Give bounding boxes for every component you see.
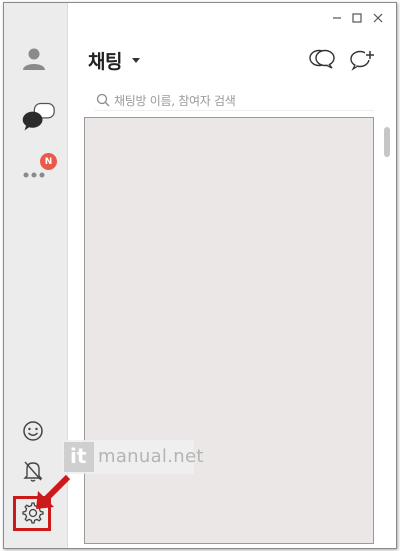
- new-badge: N: [40, 153, 57, 170]
- chat-list[interactable]: [84, 117, 374, 544]
- title-dropdown-icon[interactable]: [132, 58, 140, 63]
- close-icon: [373, 13, 383, 23]
- minimize-button[interactable]: [330, 11, 344, 25]
- chat-plus-icon: [350, 50, 375, 71]
- person-icon: [23, 48, 45, 70]
- chat-bubbles-icon: [22, 102, 55, 131]
- minimize-icon: [333, 17, 341, 19]
- search-icon: [96, 93, 110, 107]
- search-field[interactable]: 채팅방 이름, 참여자 검색: [94, 89, 374, 111]
- smiley-icon: [23, 421, 43, 441]
- new-chat-button[interactable]: [348, 47, 376, 71]
- sidebar-item-emoticon[interactable]: [15, 413, 51, 449]
- open-chat-button[interactable]: [308, 47, 336, 71]
- pointer-arrow-icon: [36, 474, 71, 509]
- sidebar-item-friends[interactable]: [16, 41, 52, 77]
- close-button[interactable]: [371, 11, 385, 25]
- scrollbar-thumb[interactable]: [384, 127, 390, 157]
- watermark-logo: it: [64, 442, 94, 472]
- sidebar-item-chats[interactable]: [20, 99, 56, 135]
- speech-bubbles-icon: [309, 49, 335, 69]
- search-placeholder: 채팅방 이름, 참여자 검색: [114, 94, 236, 108]
- watermark-text: manual.net: [98, 446, 204, 467]
- watermark: it manual.net: [62, 440, 203, 474]
- search-underline: [94, 110, 374, 111]
- more-dots-icon: [23, 172, 45, 178]
- maximize-button[interactable]: [350, 11, 364, 25]
- watermark-logo-text: it: [70, 444, 87, 468]
- page-title[interactable]: 채팅: [88, 47, 122, 74]
- maximize-icon: [352, 13, 362, 23]
- app-window: N 채팅 채팅방 이름, 참여자 검색 it manual.net: [3, 2, 397, 549]
- sidebar: N: [4, 3, 68, 548]
